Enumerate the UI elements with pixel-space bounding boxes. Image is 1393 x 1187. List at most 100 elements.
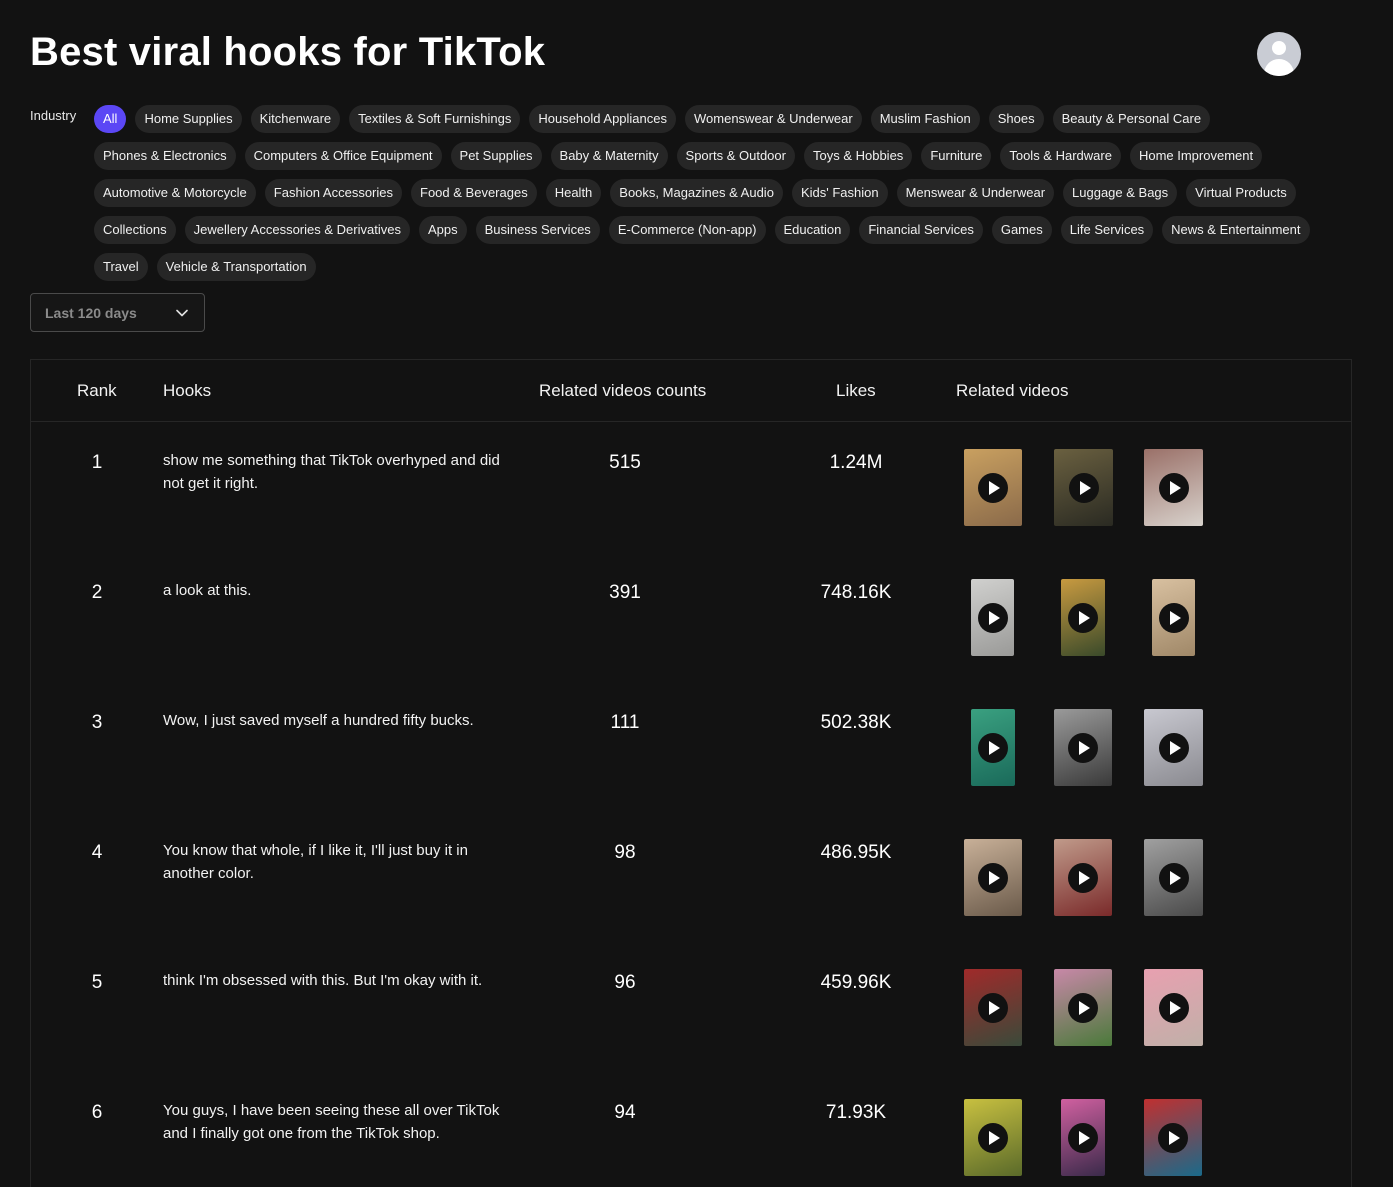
hooks-table: Rank Hooks Related videos counts Likes R… — [30, 359, 1352, 1187]
video-count-cell: 391 — [609, 582, 641, 603]
video-thumbnail[interactable] — [1054, 709, 1112, 786]
avatar-head-shape — [1272, 41, 1286, 55]
industry-chip[interactable]: Toys & Hobbies — [803, 142, 913, 170]
video-thumbnail[interactable] — [1061, 1099, 1105, 1176]
user-avatar[interactable] — [1257, 32, 1301, 76]
industry-chip[interactable]: E-Commerce (Non-app) — [608, 216, 766, 244]
related-videos — [951, 1099, 1221, 1177]
video-thumbnail[interactable] — [1061, 579, 1105, 656]
industry-chip[interactable]: Tools & Hardware — [1000, 142, 1121, 170]
rank-cell: 4 — [91, 842, 103, 863]
video-thumbnail[interactable] — [1054, 839, 1112, 916]
hook-text: show me something that TikTok overhyped … — [163, 452, 500, 492]
play-icon — [1068, 992, 1098, 1023]
video-count-cell: 111 — [610, 712, 640, 733]
video-thumbnail[interactable] — [1144, 1099, 1202, 1176]
video-thumbnail[interactable] — [1144, 449, 1203, 526]
hook-text: You guys, I have been seeing these all o… — [163, 1102, 500, 1142]
video-thumbnail[interactable] — [964, 1099, 1022, 1176]
related-videos — [951, 579, 1221, 657]
video-thumbnail[interactable] — [964, 969, 1022, 1046]
table-row: 4 You know that whole, if I like it, I'll… — [31, 812, 1351, 942]
video-thumbnail[interactable] — [971, 579, 1014, 656]
table-row: 6 You guys, I have been seeing these all … — [31, 1072, 1351, 1187]
industry-chip[interactable]: Menswear & Underwear — [896, 179, 1055, 207]
industry-chip[interactable]: Kids' Fashion — [791, 179, 888, 207]
industry-chip[interactable]: Home Supplies — [135, 105, 242, 133]
industry-chip[interactable]: News & Entertainment — [1162, 216, 1310, 244]
play-icon — [978, 732, 1008, 763]
industry-chip[interactable]: Beauty & Personal Care — [1052, 105, 1211, 133]
industry-chip[interactable]: Textiles & Soft Furnishings — [349, 105, 521, 133]
industry-chip[interactable]: Baby & Maternity — [550, 142, 668, 170]
industry-chip[interactable]: Furniture — [921, 142, 992, 170]
video-thumbnail[interactable] — [1144, 969, 1203, 1046]
video-thumbnail[interactable] — [1054, 969, 1112, 1046]
table-row: 1 show me something that TikTok overhyped… — [31, 422, 1351, 552]
rank-cell: 3 — [91, 712, 103, 733]
industry-chip[interactable]: Jewellery Accessories & Derivatives — [184, 216, 410, 244]
industry-chip[interactable]: Automotive & Motorcycle — [94, 179, 256, 207]
video-thumbnail[interactable] — [1152, 579, 1195, 656]
industry-chip[interactable]: Games — [991, 216, 1052, 244]
industry-chip[interactable]: Phones & Electronics — [94, 142, 236, 170]
video-thumbnail[interactable] — [1144, 709, 1203, 786]
industry-chip[interactable]: Life Services — [1060, 216, 1154, 244]
play-icon — [978, 1122, 1008, 1153]
industry-chip[interactable]: Fashion Accessories — [264, 179, 403, 207]
rank-cell: 1 — [91, 452, 103, 473]
video-thumbnail[interactable] — [1144, 839, 1203, 916]
video-thumbnail[interactable] — [964, 839, 1022, 916]
play-icon — [978, 472, 1008, 503]
period-select[interactable]: Last 120 days — [30, 293, 205, 332]
likes-cell: 502.38K — [820, 712, 892, 733]
industry-label: Industry — [30, 108, 77, 123]
industry-chip[interactable]: Home Improvement — [1129, 142, 1263, 170]
play-icon — [978, 992, 1008, 1023]
industry-chip[interactable]: Womenswear & Underwear — [685, 105, 862, 133]
video-count-cell: 94 — [614, 1102, 636, 1123]
related-videos — [951, 709, 1221, 787]
industry-chip[interactable]: Financial Services — [859, 216, 983, 244]
table-row: 2 a look at this. 391 748.16K — [31, 552, 1351, 682]
play-icon — [1068, 732, 1098, 763]
industry-chip[interactable]: Muslim Fashion — [870, 105, 980, 133]
video-thumbnail[interactable] — [964, 449, 1022, 526]
likes-cell: 1.24M — [829, 452, 883, 473]
rank-cell: 5 — [91, 972, 103, 993]
industry-chip[interactable]: Books, Magazines & Audio — [610, 179, 783, 207]
play-icon — [1158, 732, 1189, 763]
industry-chip[interactable]: Vehicle & Transportation — [156, 253, 316, 281]
play-icon — [1158, 992, 1189, 1023]
page-title: Best viral hooks for TikTok — [30, 30, 546, 74]
hook-text: a look at this. — [163, 582, 252, 599]
industry-chip[interactable]: Education — [774, 216, 851, 244]
industry-chip[interactable]: Apps — [418, 216, 467, 244]
industry-chip[interactable]: Business Services — [475, 216, 600, 244]
related-videos — [951, 969, 1221, 1047]
industry-chip[interactable]: Virtual Products — [1186, 179, 1296, 207]
industry-chip[interactable]: Computers & Office Equipment — [244, 142, 442, 170]
likes-cell: 459.96K — [820, 972, 892, 993]
industry-chip[interactable]: Pet Supplies — [450, 142, 542, 170]
avatar-body-shape — [1264, 59, 1294, 76]
industry-chip[interactable]: Collections — [94, 216, 176, 244]
industry-chip[interactable]: Shoes — [988, 105, 1044, 133]
industry-chip[interactable]: Kitchenware — [250, 105, 341, 133]
play-icon — [1158, 472, 1189, 503]
video-count-cell: 96 — [614, 972, 636, 993]
industry-chip[interactable]: Household Appliances — [529, 105, 676, 133]
industry-chip[interactable]: Sports & Outdoor — [676, 142, 795, 170]
industry-chip-list: All Home Supplies Kitchenware Textiles & So… — [94, 105, 1334, 281]
video-thumbnail[interactable] — [971, 709, 1015, 786]
industry-chip[interactable]: Health — [545, 179, 602, 207]
industry-chip[interactable]: Travel — [94, 253, 148, 281]
industry-chip[interactable]: All — [94, 105, 127, 133]
video-thumbnail[interactable] — [1054, 449, 1113, 526]
play-icon — [1158, 862, 1189, 893]
industry-chip[interactable]: Food & Beverages — [411, 179, 537, 207]
table-row: 5 think I'm obsessed with this. But I'm o… — [31, 942, 1351, 1072]
column-header-videos: Related videos — [956, 381, 1069, 400]
video-count-cell: 98 — [614, 842, 636, 863]
industry-chip[interactable]: Luggage & Bags — [1063, 179, 1178, 207]
